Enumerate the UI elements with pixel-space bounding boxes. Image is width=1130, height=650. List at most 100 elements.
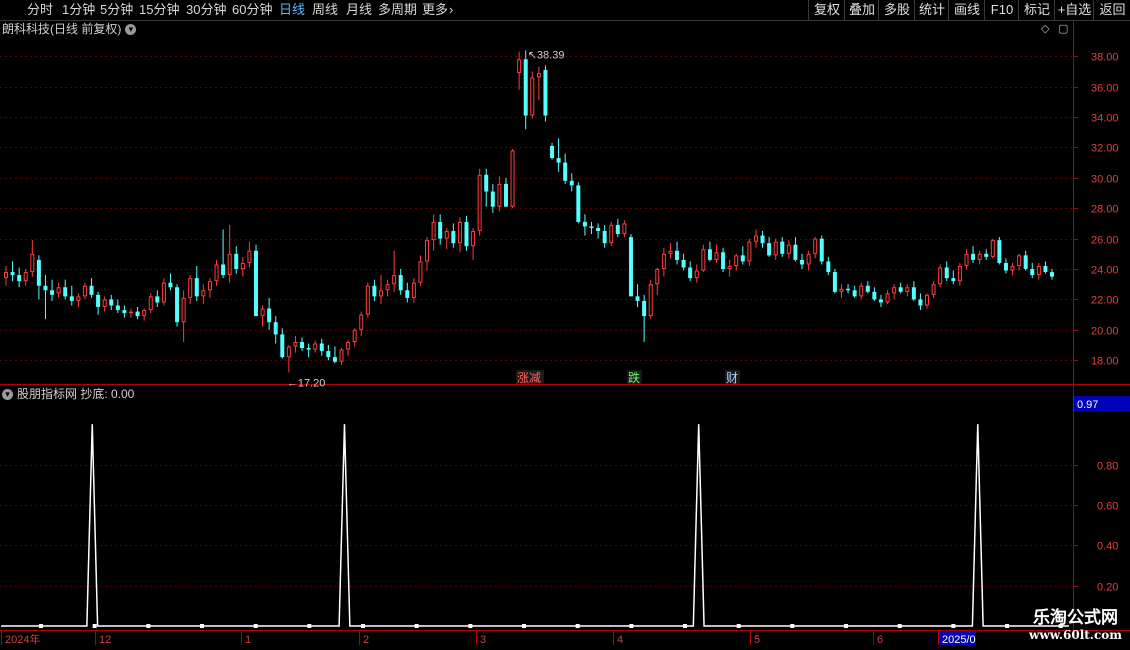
candle-body[interactable]: [56, 287, 61, 294]
candle-body[interactable]: [984, 253, 989, 257]
candle-body[interactable]: [990, 240, 995, 257]
candle-body[interactable]: [464, 221, 469, 247]
candle-body[interactable]: [188, 278, 193, 298]
candle-body[interactable]: [648, 284, 653, 317]
candle-body[interactable]: [944, 267, 949, 279]
candle-body[interactable]: [1023, 255, 1028, 270]
candle-body[interactable]: [405, 290, 410, 298]
candle-body[interactable]: [280, 334, 285, 358]
candle-body[interactable]: [109, 299, 114, 306]
candle-body[interactable]: [826, 261, 831, 273]
candle-body[interactable]: [10, 272, 15, 276]
event-label[interactable]: 财: [726, 371, 738, 385]
candle-body[interactable]: [905, 287, 910, 292]
candle-body[interactable]: [503, 183, 508, 207]
candle-body[interactable]: [194, 278, 199, 297]
candle-body[interactable]: [832, 272, 837, 292]
candle-body[interactable]: [760, 235, 765, 244]
candle-body[interactable]: [155, 296, 160, 303]
candle-body[interactable]: [411, 282, 416, 298]
candle-body[interactable]: [767, 243, 772, 256]
candle-body[interactable]: [628, 237, 633, 297]
candle-body[interactable]: [517, 59, 522, 73]
candle-body[interactable]: [523, 59, 528, 116]
candle-body[interactable]: [319, 343, 324, 352]
candle-body[interactable]: [530, 77, 535, 116]
event-label[interactable]: 涨减: [517, 370, 541, 385]
candle-body[interactable]: [207, 281, 212, 291]
candle-body[interactable]: [359, 314, 364, 330]
candle-body[interactable]: [1010, 265, 1015, 271]
candle-body[interactable]: [457, 221, 462, 244]
candle-body[interactable]: [582, 221, 587, 227]
candle-body[interactable]: [273, 322, 278, 335]
chart-canvas[interactable]: 38.00 36.00 34.00 32.00 30.00 28.00 26.00 24.00…: [0, 0, 1130, 650]
candle-body[interactable]: [418, 261, 423, 283]
candle-body[interactable]: [813, 238, 818, 254]
candle-body[interactable]: [214, 264, 219, 282]
event-label[interactable]: 跌: [628, 370, 640, 385]
candle-body[interactable]: [898, 287, 903, 292]
candle-body[interactable]: [747, 241, 752, 262]
candle-body[interactable]: [596, 227, 601, 232]
candle-body[interactable]: [96, 294, 101, 308]
candle-body[interactable]: [82, 285, 87, 297]
candle-body[interactable]: [569, 180, 574, 186]
candle-body[interactable]: [556, 158, 561, 163]
candle-body[interactable]: [576, 185, 581, 222]
candle-body[interactable]: [1030, 269, 1035, 276]
candle-body[interactable]: [102, 299, 107, 308]
candle-body[interactable]: [365, 285, 370, 315]
candle-body[interactable]: [306, 348, 311, 350]
candle-body[interactable]: [240, 262, 245, 270]
candle-body[interactable]: [352, 329, 357, 342]
candle-body[interactable]: [313, 343, 318, 350]
candle-body[interactable]: [69, 296, 74, 301]
candle-body[interactable]: [681, 259, 686, 268]
candle-body[interactable]: [148, 296, 153, 311]
candle-body[interactable]: [372, 285, 377, 297]
candle-body[interactable]: [128, 311, 133, 314]
candle-body[interactable]: [859, 285, 864, 297]
candle-body[interactable]: [1036, 265, 1041, 276]
candle-body[interactable]: [753, 235, 758, 242]
candle-body[interactable]: [497, 183, 502, 207]
candle-body[interactable]: [786, 244, 791, 254]
candle-body[interactable]: [378, 290, 383, 297]
candle-body[interactable]: [36, 259, 41, 286]
candle-body[interactable]: [878, 299, 883, 303]
candle-body[interactable]: [780, 241, 785, 254]
candle-body[interactable]: [885, 293, 890, 303]
candle-body[interactable]: [1050, 272, 1054, 277]
candle-body[interactable]: [30, 253, 35, 273]
candle-body[interactable]: [543, 69, 548, 116]
candle-body[interactable]: [385, 284, 390, 291]
candle-body[interactable]: [346, 341, 351, 350]
candle-body[interactable]: [655, 269, 660, 285]
candle-body[interactable]: [721, 252, 726, 270]
candle-body[interactable]: [622, 223, 627, 235]
candle-body[interactable]: [839, 288, 844, 292]
candle-body[interactable]: [615, 224, 620, 235]
candle-body[interactable]: [175, 287, 180, 323]
candle-body[interactable]: [76, 296, 81, 301]
candle-body[interactable]: [589, 226, 594, 228]
candle-body[interactable]: [115, 305, 120, 311]
candle-body[interactable]: [701, 249, 706, 271]
candle-body[interactable]: [142, 310, 147, 317]
candle-body[interactable]: [89, 285, 94, 295]
candle-body[interactable]: [444, 231, 449, 239]
candle-body[interactable]: [819, 238, 824, 262]
candle-body[interactable]: [1017, 255, 1022, 266]
candle-body[interactable]: [971, 253, 976, 260]
candle-body[interactable]: [201, 290, 206, 297]
candle-body[interactable]: [1043, 265, 1048, 273]
candle-body[interactable]: [911, 287, 916, 300]
candle-body[interactable]: [997, 240, 1002, 263]
candle-body[interactable]: [550, 145, 555, 159]
candle-body[interactable]: [977, 253, 982, 260]
candle-body[interactable]: [168, 282, 173, 288]
candle-body[interactable]: [161, 282, 166, 303]
candle-body[interactable]: [326, 351, 331, 358]
candle-body[interactable]: [234, 253, 239, 270]
